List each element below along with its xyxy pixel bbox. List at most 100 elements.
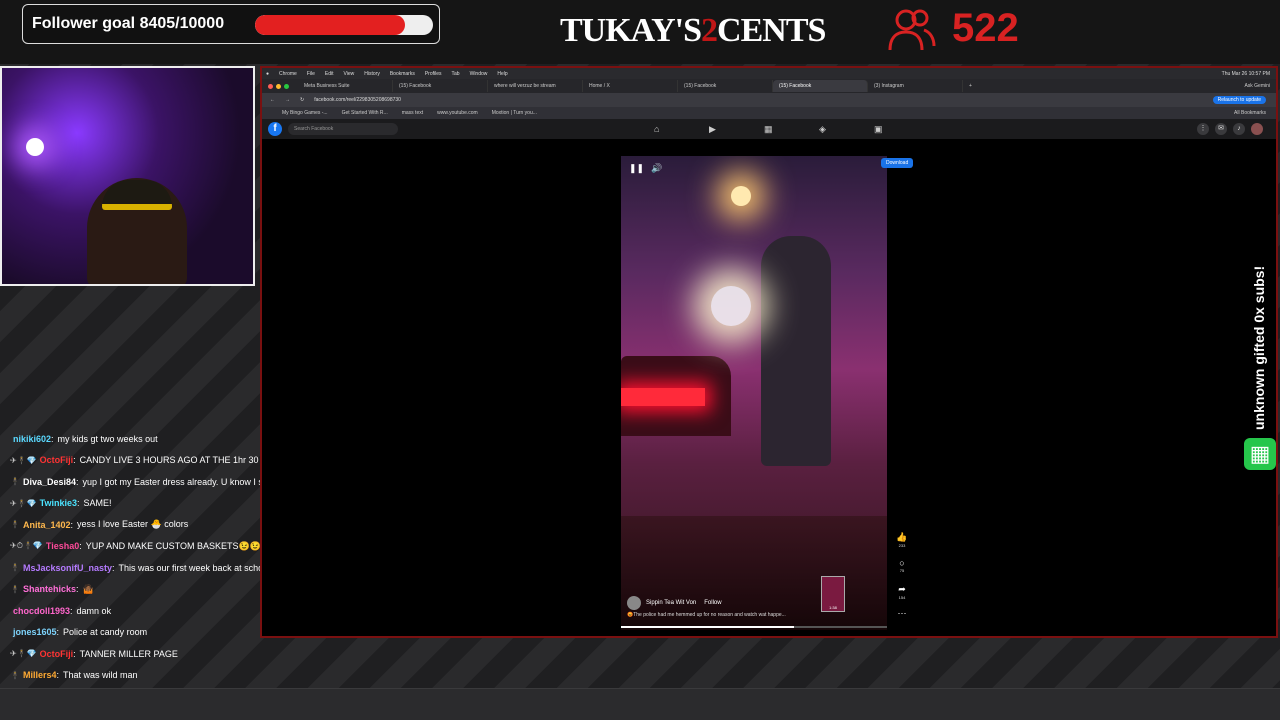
like-button[interactable]: 👍 233 xyxy=(896,532,908,548)
chat-separator: : xyxy=(51,433,54,444)
chat-username[interactable]: chocdoll1993 xyxy=(13,606,70,616)
all-bookmarks[interactable]: All Bookmarks xyxy=(1234,110,1266,116)
menu-item[interactable]: History xyxy=(364,71,380,77)
follow-button[interactable]: Follow xyxy=(704,600,721,606)
chat-text: TANNER MILLER PAGE xyxy=(79,648,178,659)
notifications-icon[interactable]: ♪ xyxy=(1233,123,1245,135)
chat-username[interactable]: Millers4 xyxy=(23,670,57,680)
minimize-window-button[interactable] xyxy=(276,83,281,89)
close-window-button[interactable] xyxy=(268,83,273,89)
mac-menu-bar: ● Chrome File Edit View History Bookmark… xyxy=(262,68,1276,79)
chat-separator: : xyxy=(56,627,60,638)
chat-text: damn ok xyxy=(76,605,112,616)
bookmark-item[interactable]: mass text xyxy=(402,110,423,116)
facebook-search-input[interactable]: Search Facebook xyxy=(288,123,398,135)
webcam-light xyxy=(26,138,44,156)
relaunch-button[interactable]: Relaunch to update xyxy=(1212,96,1266,104)
chat-username[interactable]: MsJacksonifU_nasty xyxy=(23,563,112,573)
chat-badges: 🕴 xyxy=(10,563,20,573)
author-avatar[interactable] xyxy=(627,596,641,610)
chat-text: SAME! xyxy=(83,498,112,509)
menu-item[interactable]: View xyxy=(344,71,355,77)
chat-username[interactable]: Twinkie3 xyxy=(40,498,77,508)
chat-username[interactable]: Diva_Desi84 xyxy=(23,477,76,487)
bookmark-item[interactable]: Get Started With R... xyxy=(342,110,388,116)
flashlight-glare xyxy=(711,286,751,326)
reload-icon[interactable]: ↻ xyxy=(300,97,304,103)
chat-separator: : xyxy=(76,584,79,595)
download-button[interactable]: Download xyxy=(881,158,914,168)
groups-icon[interactable]: ◈ xyxy=(819,124,826,135)
chat-username[interactable]: Shantehicks xyxy=(23,584,76,594)
url-field[interactable]: facebook.com/reel/2298305208698730 xyxy=(314,97,1212,103)
home-icon[interactable]: ⌂ xyxy=(654,124,659,134)
menu-item[interactable]: Help xyxy=(497,71,507,77)
chat-text: That was wild man xyxy=(63,670,138,681)
more-options-icon[interactable]: ⋯ xyxy=(896,608,908,619)
maximize-window-button[interactable] xyxy=(284,83,289,89)
facebook-header: f Search Facebook ⌂ ▶ ▦ ◈ ▣ ⋮ ✉ ♪ xyxy=(262,119,1276,139)
bookmark-item[interactable]: www.youtube.com xyxy=(437,110,478,116)
menu-item[interactable]: Window xyxy=(470,71,488,77)
chat-username[interactable]: Anita_1402 xyxy=(23,520,71,530)
forward-icon[interactable]: → xyxy=(285,97,290,103)
reel-video[interactable]: ❚❚ 🔊 1:38 Sippin Tea Wit Von Follow 😡The… xyxy=(621,156,887,630)
browser-tab[interactable]: (15) Facebook xyxy=(678,80,773,92)
chat-username[interactable]: nikiki602 xyxy=(13,434,51,444)
browser-tab[interactable]: (3) Instagram xyxy=(868,80,963,92)
profile-avatar[interactable] xyxy=(1251,123,1263,135)
subs-banner: unknown gifted 0x subs! xyxy=(1251,265,1267,430)
follower-goal-progress-fill xyxy=(255,15,405,35)
menu-item[interactable]: Profiles xyxy=(425,71,442,77)
marketplace-icon[interactable]: ▦ xyxy=(764,124,773,135)
browser-tab[interactable]: Meta Business Suite xyxy=(298,80,393,92)
chat-text: Police at candy room xyxy=(63,627,148,638)
chat-separator: : xyxy=(76,476,79,487)
chat-username[interactable]: OctoFiji xyxy=(40,455,74,465)
like-icon: 👍 xyxy=(896,532,908,542)
chat-separator: : xyxy=(76,498,80,509)
webcam-feed xyxy=(0,66,255,286)
chat-badges: ✈🕴💎 xyxy=(10,498,37,508)
share-button[interactable]: ➦ 154 xyxy=(896,584,908,600)
new-tab-icon[interactable]: + xyxy=(969,83,972,89)
chat-separator: : xyxy=(70,605,73,616)
video-icon[interactable]: ▶ xyxy=(709,124,716,135)
chat-message: ✈🕴💎 OctoFiji: TANNER MILLER PAGE xyxy=(0,643,420,665)
comment-button[interactable]: ○ 75 xyxy=(896,558,908,573)
author-name[interactable]: Sippin Tea Wit Von xyxy=(646,600,696,606)
browser-tab[interactable]: where will verzuz be stream xyxy=(488,80,583,92)
comment-icon: ○ xyxy=(899,558,905,568)
chat-username[interactable]: jones1605 xyxy=(13,627,57,637)
chat-username[interactable]: Tiesha0 xyxy=(46,541,79,551)
menu-item[interactable]: Edit xyxy=(325,71,334,77)
volume-icon[interactable]: 🔊 xyxy=(651,163,662,174)
channel-logo: TUKAY'S2CENTS xyxy=(560,12,826,50)
bookmark-item[interactable]: My Bingo Games -... xyxy=(282,110,328,116)
menu-item[interactable]: Chrome xyxy=(279,71,297,77)
menu-grid-icon[interactable]: ⋮ xyxy=(1197,123,1209,135)
apple-icon[interactable]: ● xyxy=(266,71,269,77)
follower-goal-widget: Follower goal 8405/10000 xyxy=(22,4,440,44)
comment-count: 75 xyxy=(899,568,905,573)
gaming-icon[interactable]: ▣ xyxy=(874,124,883,135)
browser-tab[interactable]: (15) Facebook xyxy=(393,80,488,92)
video-progress-bar[interactable] xyxy=(621,626,887,628)
menu-item[interactable]: Tab xyxy=(452,71,460,77)
brand-prefix: TUKAY'S xyxy=(560,12,702,49)
share-icon: ➦ xyxy=(898,584,906,594)
ask-gemini-button[interactable]: Ask Gemini xyxy=(1244,83,1270,89)
browser-tab[interactable]: Home / X xyxy=(583,80,678,92)
menu-item[interactable]: Bookmarks xyxy=(390,71,415,77)
next-reel-thumbnail[interactable]: 1:38 xyxy=(821,576,845,612)
back-icon[interactable]: ← xyxy=(270,97,275,103)
facebook-logo-icon[interactable]: f xyxy=(268,122,282,136)
browser-tab-active[interactable]: (15) Facebook xyxy=(773,80,868,92)
menu-item[interactable]: File xyxy=(307,71,315,77)
chat-username[interactable]: OctoFiji xyxy=(40,649,74,659)
messenger-icon[interactable]: ✉ xyxy=(1215,123,1227,135)
chat-separator: : xyxy=(56,670,60,681)
pause-icon[interactable]: ❚❚ xyxy=(629,163,644,174)
bookmark-item[interactable]: Moxtion | Turn you... xyxy=(492,110,537,116)
chat-text: 🤷🏾 xyxy=(82,583,94,594)
